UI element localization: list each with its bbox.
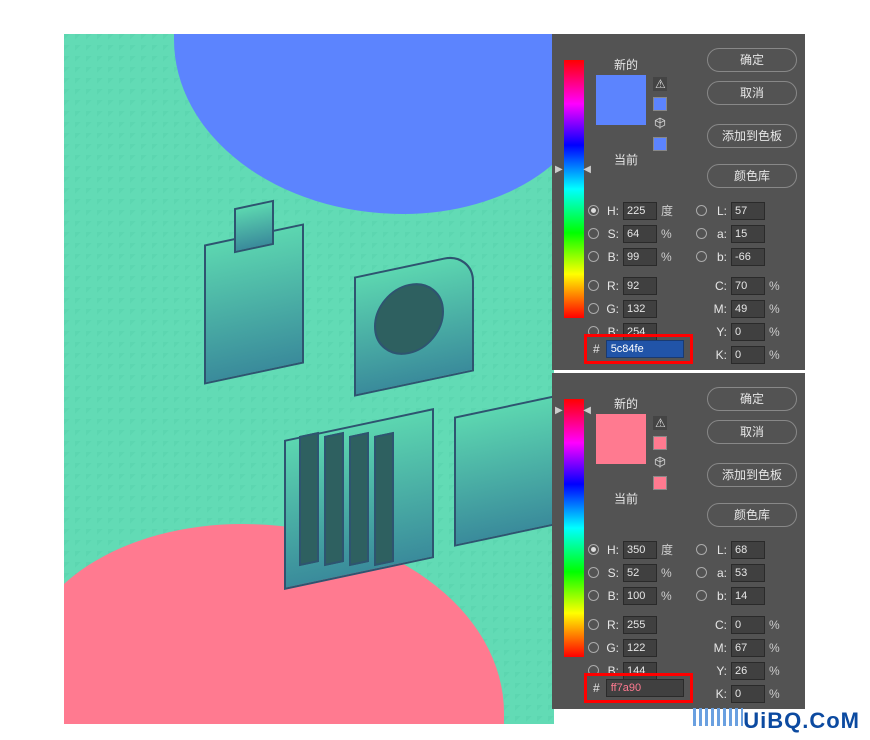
isometric-3d-text	[174, 234, 554, 564]
radio-s[interactable]	[588, 567, 599, 578]
color-preview: 新的 ⚠ 当前	[596, 395, 667, 509]
a-input[interactable]	[731, 225, 765, 243]
color-preview: 新的 ⚠ 当前	[596, 56, 667, 170]
ok-button[interactable]: 确定	[707, 387, 797, 411]
b-hsb-input[interactable]	[623, 248, 657, 266]
hue-slider[interactable]	[564, 60, 584, 318]
radio-lab-b[interactable]	[696, 590, 707, 601]
h-input[interactable]	[623, 202, 657, 220]
g-input[interactable]	[623, 300, 657, 318]
y-input[interactable]	[731, 662, 765, 680]
new-color-swatch	[596, 75, 646, 125]
radio-l[interactable]	[696, 544, 707, 555]
hue-pointer[interactable]: ▶◀	[555, 405, 591, 416]
radio-g[interactable]	[588, 303, 599, 314]
lab-b-input[interactable]	[731, 587, 765, 605]
s-input[interactable]	[623, 225, 657, 243]
warning-icon[interactable]: ⚠	[653, 77, 667, 91]
hex-field-highlight: #	[584, 334, 693, 364]
color-libraries-button[interactable]: 颜色库	[707, 164, 797, 188]
hex-label: #	[593, 681, 600, 695]
c-input[interactable]	[731, 616, 765, 634]
color-libraries-button[interactable]: 颜色库	[707, 503, 797, 527]
hue-pointer[interactable]: ▶◀	[555, 164, 591, 175]
watermark: UiBQ.CoM	[703, 708, 860, 734]
new-color-label: 新的	[614, 395, 667, 412]
blue-wave-shape	[174, 34, 554, 214]
h-input[interactable]	[623, 541, 657, 559]
lab-b-input[interactable]	[731, 248, 765, 266]
current-swatch-icon[interactable]	[653, 137, 667, 151]
l-input[interactable]	[731, 541, 765, 559]
r-input[interactable]	[623, 277, 657, 295]
current-swatch-icon[interactable]	[653, 476, 667, 490]
hex-label: #	[593, 342, 600, 356]
radio-a[interactable]	[696, 567, 707, 578]
color-picker-panel-blue: ▶◀ 新的 ⚠ 当前 确定 取消 添加到色板 颜色库 H:度 S:% B:% L…	[552, 34, 805, 370]
cancel-button[interactable]: 取消	[707, 81, 797, 105]
b-hsb-input[interactable]	[623, 587, 657, 605]
cancel-button[interactable]: 取消	[707, 420, 797, 444]
m-input[interactable]	[731, 300, 765, 318]
s-input[interactable]	[623, 564, 657, 582]
radio-lab-b[interactable]	[696, 251, 707, 262]
hue-slider[interactable]	[564, 399, 584, 657]
l-input[interactable]	[731, 202, 765, 220]
c-input[interactable]	[731, 277, 765, 295]
websafe-swatch-icon[interactable]	[653, 97, 667, 111]
k-input[interactable]	[731, 685, 765, 703]
warning-icon[interactable]: ⚠	[653, 416, 667, 430]
cube-icon[interactable]	[653, 456, 667, 470]
k-input[interactable]	[731, 346, 765, 364]
radio-b[interactable]	[588, 590, 599, 601]
radio-l[interactable]	[696, 205, 707, 216]
current-color-label: 当前	[614, 490, 667, 507]
hex-field-highlight: #	[584, 673, 693, 703]
radio-r[interactable]	[588, 280, 599, 291]
g-input[interactable]	[623, 639, 657, 657]
radio-b[interactable]	[588, 251, 599, 262]
radio-s[interactable]	[588, 228, 599, 239]
add-to-swatches-button[interactable]: 添加到色板	[707, 463, 797, 487]
artwork-canvas	[64, 34, 554, 724]
add-to-swatches-button[interactable]: 添加到色板	[707, 124, 797, 148]
radio-g[interactable]	[588, 642, 599, 653]
hex-input[interactable]	[606, 340, 684, 358]
m-input[interactable]	[731, 639, 765, 657]
radio-a[interactable]	[696, 228, 707, 239]
radio-h[interactable]	[588, 205, 599, 216]
cube-icon[interactable]	[653, 117, 667, 131]
radio-r[interactable]	[588, 619, 599, 630]
new-color-label: 新的	[614, 56, 667, 73]
current-color-label: 当前	[614, 151, 667, 168]
ok-button[interactable]: 确定	[707, 48, 797, 72]
websafe-swatch-icon[interactable]	[653, 436, 667, 450]
color-picker-panel-pink: ▶◀ 新的 ⚠ 当前 确定 取消 添加到色板 颜色库 H:度 S:% B:% L…	[552, 373, 805, 709]
r-input[interactable]	[623, 616, 657, 634]
a-input[interactable]	[731, 564, 765, 582]
new-color-swatch	[596, 414, 646, 464]
y-input[interactable]	[731, 323, 765, 341]
radio-h[interactable]	[588, 544, 599, 555]
hex-input[interactable]	[606, 679, 684, 697]
